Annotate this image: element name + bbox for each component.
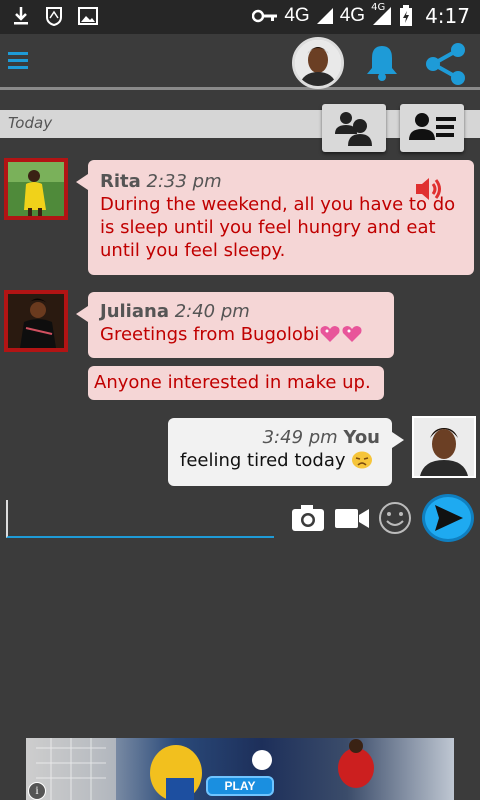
- message-bubble-juliana-followup[interactable]: Anyone interested in make up.: [88, 366, 384, 400]
- image-icon: [78, 7, 98, 25]
- message-header: Rita 2:33 pm: [100, 170, 462, 193]
- video-camera-icon[interactable]: [334, 500, 370, 536]
- date-divider-label: Today: [8, 114, 53, 132]
- network-label-2: 4G: [339, 5, 366, 26]
- tired-face-icon: [352, 451, 373, 469]
- camera-icon[interactable]: [290, 500, 326, 536]
- signal-icon-2: 4G: [371, 2, 393, 26]
- contact-list-icon: [409, 113, 456, 140]
- profile-avatar[interactable]: [292, 37, 344, 89]
- sender-name: Juliana: [100, 301, 169, 322]
- sparkling-heart-icon: [320, 326, 340, 342]
- profile-photo-icon: [295, 40, 341, 86]
- avatar-rita[interactable]: [4, 158, 68, 220]
- app-bar: [0, 34, 480, 90]
- clock: 4:17: [425, 4, 470, 28]
- download-icon: [14, 7, 28, 25]
- message-bubble-rita[interactable]: Rita 2:33 pm During the weekend, all you…: [76, 160, 474, 275]
- group-members-button[interactable]: [322, 104, 386, 152]
- message-bubble-juliana[interactable]: Juliana 2:40 pm Greetings from Bugolobi: [76, 292, 394, 358]
- juliana-photo-icon: [8, 294, 64, 348]
- message-text: During the weekend, all you have to do i…: [100, 194, 456, 261]
- sender-name: You: [343, 427, 380, 448]
- message-text: Greetings from Bugolobi: [100, 324, 320, 345]
- message-input[interactable]: [6, 500, 274, 538]
- send-icon: [435, 505, 463, 531]
- message-row: feeling tired today: [180, 449, 380, 472]
- message-time: 3:49 pm: [262, 427, 338, 448]
- sparkling-heart-icon: [342, 326, 362, 342]
- emoji-icon[interactable]: [378, 500, 412, 536]
- shield-icon: [46, 7, 62, 26]
- send-button[interactable]: [422, 494, 474, 542]
- ad-info-icon[interactable]: i: [28, 782, 46, 800]
- contact-list-button[interactable]: [400, 104, 464, 152]
- avatar-you[interactable]: [412, 416, 476, 478]
- sender-name: Rita: [100, 171, 141, 192]
- key-icon: [252, 9, 278, 23]
- avatar-juliana[interactable]: [4, 290, 68, 352]
- network-sup-label: 4G: [371, 2, 386, 13]
- message-header: 3:49 pm You: [180, 426, 380, 449]
- ad-play-button[interactable]: PLAY: [206, 776, 274, 796]
- message-text: feeling tired today: [180, 450, 346, 471]
- ad-banner[interactable]: PLAY: [26, 738, 454, 800]
- status-bar: 4G 4G 4G 4:17: [0, 0, 480, 34]
- network-label-1: 4G: [284, 5, 310, 26]
- group-icon: [335, 112, 372, 146]
- rita-photo-icon: [8, 162, 64, 216]
- message-row: Greetings from Bugolobi: [100, 323, 382, 346]
- message-time: 2:33 pm: [146, 171, 222, 192]
- signal-icon: [316, 8, 333, 24]
- message-text: Anyone interested in make up.: [94, 372, 371, 393]
- speaker-icon[interactable]: [414, 176, 444, 202]
- message-header: Juliana 2:40 pm: [100, 300, 382, 323]
- bell-icon[interactable]: [362, 42, 402, 82]
- message-time: 2:40 pm: [174, 301, 250, 322]
- share-icon[interactable]: [424, 42, 468, 86]
- battery-icon: [400, 5, 413, 26]
- message-bubble-you[interactable]: 3:49 pm You feeling tired today: [168, 418, 404, 486]
- menu-button[interactable]: [8, 48, 28, 72]
- your-photo-icon: [414, 418, 474, 476]
